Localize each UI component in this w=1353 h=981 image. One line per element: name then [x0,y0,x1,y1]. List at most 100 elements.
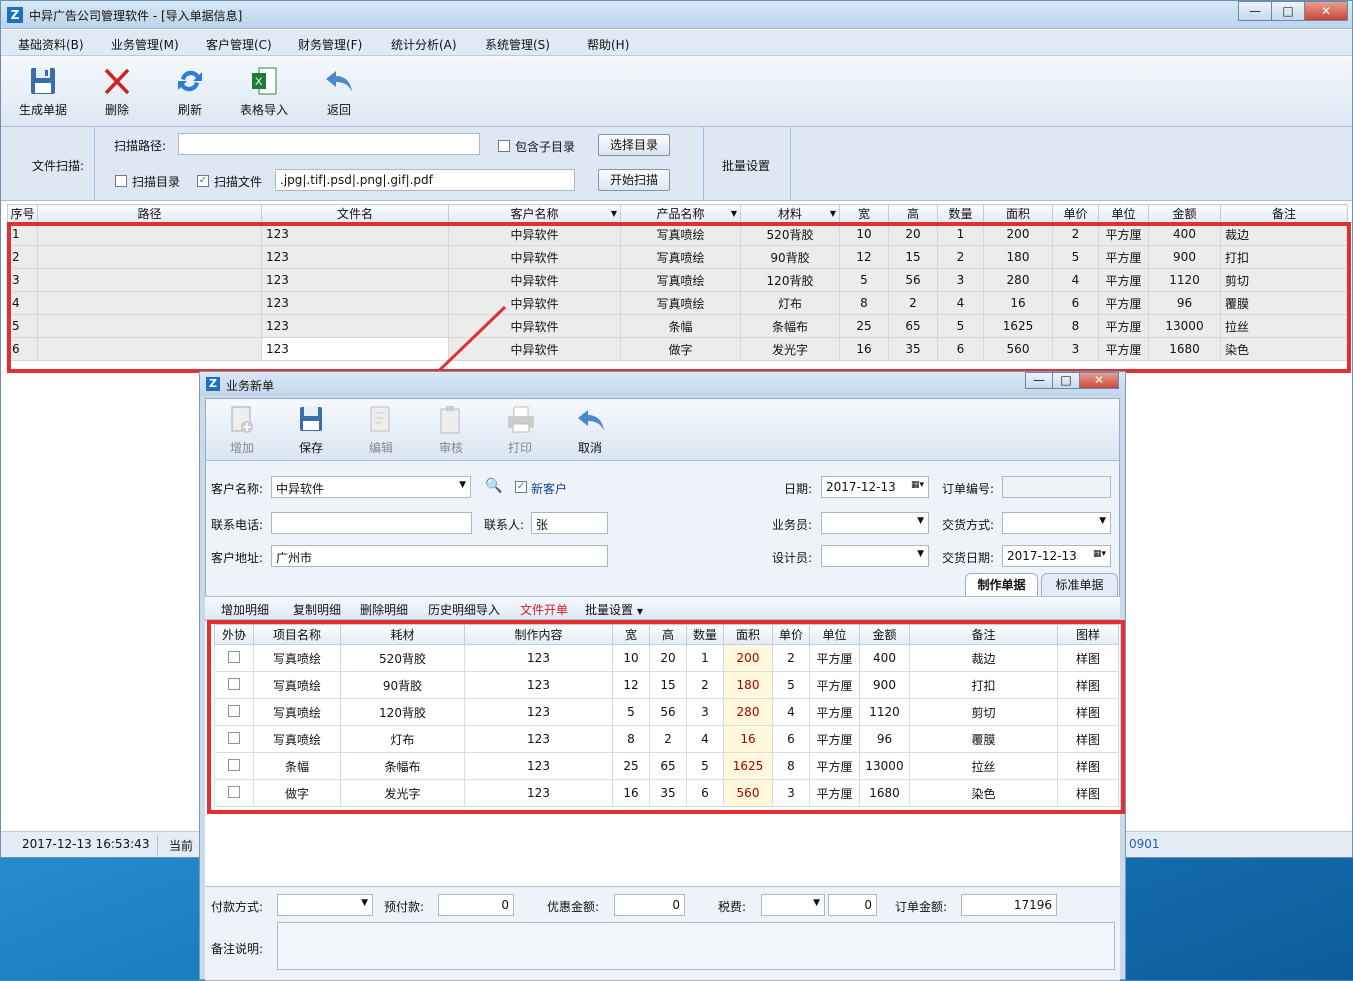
scan-path-input[interactable] [178,133,480,155]
col-header-material[interactable]: 材料 ▼ [740,204,840,223]
col-header-amount[interactable]: 金额 [1148,204,1221,223]
refresh-button[interactable]: 刷新 [174,65,206,118]
contact-input[interactable]: 张 [531,512,608,534]
batch-settings-menu[interactable]: 批量设置 ▼ [585,601,643,618]
scan-file-label: 扫描文件 [214,175,263,189]
save-button[interactable]: 保存 [297,405,325,456]
add-detail-button[interactable]: 增加明细 [221,601,269,618]
address-input[interactable]: 广州市 [271,545,608,567]
discount-input[interactable]: 0 [614,894,685,916]
date-value: 2017-12-13 [826,480,896,494]
col-header-filename[interactable]: 文件名 [261,204,449,223]
tab-standard-order[interactable]: 标准单据 [1041,573,1118,596]
prepay-label: 预付款: [384,900,425,914]
delete-detail-button[interactable]: 删除明细 [360,601,408,618]
cancel-button[interactable]: 取消 [576,405,604,456]
filter-icon[interactable]: ▼ [611,209,617,218]
phone-input[interactable] [271,512,472,534]
dialog-maximize-button[interactable]: □ [1052,372,1080,389]
col-header-index[interactable]: 序号 [7,204,38,223]
salesman-select[interactable]: ▼ [821,512,929,534]
dialog-minimize-button[interactable]: — [1025,372,1053,389]
back-button[interactable]: 返回 [323,65,355,118]
refresh-icon [178,70,202,92]
generate-order-button[interactable]: 生成单据 [19,65,67,118]
chevron-down-icon: ▼ [636,607,643,616]
delivery-method-label: 交货方式: [942,518,995,532]
col-header-price[interactable]: 单价 [1052,204,1099,223]
audit-button[interactable]: 审核 [437,405,465,456]
col-header-product[interactable]: 产品名称 ▼ [620,204,741,223]
customer-name-select[interactable]: 中异软件 ▼ [271,476,471,498]
include-subdir-label: 包含子目录 [515,140,576,154]
menu-finance[interactable]: 财务管理(F) [298,36,362,53]
col-header-customer[interactable]: 客户名称 ▼ [448,204,621,223]
back-arrow-icon [326,71,352,92]
history-import-button[interactable]: 历史明细导入 [428,601,500,618]
excel-import-button[interactable]: X 表格导入 [239,65,289,118]
menu-basic-data[interactable]: 基础资料(B) [18,36,84,53]
status-current: 当前 [169,839,194,853]
choose-dir-button[interactable]: 选择目录 [598,134,670,156]
batch-settings-button[interactable]: 批量设置 [722,157,770,174]
col-header-qty[interactable]: 数量 [937,204,984,223]
tax-select[interactable]: ▼ [761,894,825,916]
main-titlebar: Z 中异广告公司管理软件 - [导入单据信息] — □ ✕ [1,1,1352,29]
menu-customer[interactable]: 客户管理(C) [206,36,272,53]
chevron-down-icon: ▼ [813,898,820,908]
include-subdir-checkbox[interactable] [498,140,510,152]
designer-select[interactable]: ▼ [821,545,929,567]
filter-icon[interactable]: ▼ [830,209,836,218]
col-header-path[interactable]: 路径 [37,204,262,223]
customer-name-label: 客户名称: [211,482,264,496]
add-button[interactable]: 增加 [228,405,256,456]
divider [790,127,791,201]
remark-textarea[interactable] [277,922,1115,970]
maximize-button[interactable]: □ [1271,1,1305,21]
save-disk-icon [300,407,322,431]
new-customer-checkbox[interactable]: ✓ [515,481,527,493]
file-scan-label: 文件扫描: [32,159,85,173]
contact-label: 联系人: [484,518,525,532]
edit-button[interactable]: 编辑 [367,405,395,456]
tab-make-order[interactable]: 制作单据 [965,573,1038,596]
file-order-button[interactable]: 文件开单 [520,601,568,618]
col-header-unit[interactable]: 单位 [1098,204,1149,223]
search-icon[interactable]: 🔍 [485,478,502,494]
col-header-width[interactable]: 宽 [839,204,889,223]
edit-label: 编辑 [368,441,393,455]
col-header-remark[interactable]: 备注 [1220,204,1348,223]
scan-dir-checkbox[interactable] [115,175,127,187]
copy-detail-button[interactable]: 复制明细 [293,601,341,618]
minimize-button[interactable]: — [1238,1,1272,21]
scan-file-checkbox[interactable]: ✓ [197,175,209,187]
menu-business[interactable]: 业务管理(M) [111,36,179,53]
dialog-close-button[interactable]: ✕ [1079,372,1119,389]
col-header-area[interactable]: 面积 [983,204,1053,223]
customer-name-value: 中异软件 [276,482,325,496]
chevron-down-icon: ▼ [1099,516,1106,526]
menu-system[interactable]: 系统管理(S) [485,36,550,53]
date-label: 日期: [784,482,813,496]
filter-icon[interactable]: ▼ [731,209,737,218]
delivery-date-label: 交货日期: [942,551,995,565]
col-header-height[interactable]: 高 [888,204,938,223]
pay-method-select[interactable]: ▼ [277,894,373,916]
tax-input[interactable]: 0 [828,894,877,916]
print-button[interactable]: 打印 [506,405,534,456]
delivery-date-picker[interactable]: 2017-12-13 ▦▾ [1002,545,1111,567]
file-extension-input[interactable]: .jpg|.tif|.psd|.png|.gif|.pdf [275,169,575,191]
delivery-method-select[interactable]: ▼ [1002,512,1111,534]
app-logo-icon: Z [206,377,220,391]
prepay-input[interactable]: 0 [438,894,514,916]
menu-help[interactable]: 帮助(H) [587,36,629,53]
menu-statistics[interactable]: 统计分析(A) [391,36,457,53]
chevron-down-icon: ▼ [917,549,924,559]
divider [94,127,95,201]
chevron-down-icon: ▼ [917,516,924,526]
start-scan-button[interactable]: 开始扫描 [598,169,670,191]
date-picker[interactable]: 2017-12-13 ▦▾ [821,476,929,498]
close-button[interactable]: ✕ [1304,1,1348,21]
address-label: 客户地址: [211,551,264,565]
delete-button[interactable]: 删除 [101,65,133,118]
